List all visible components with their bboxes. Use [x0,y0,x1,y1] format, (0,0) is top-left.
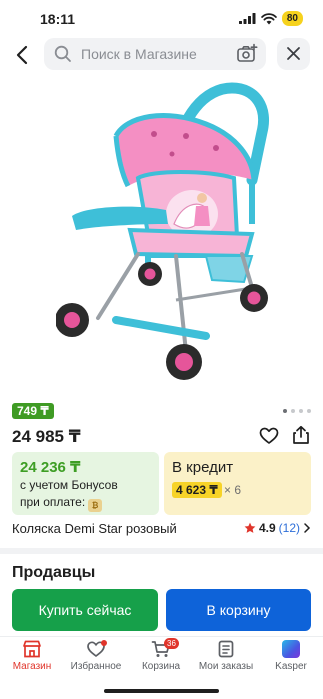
tab-cart-label: Корзина [141,661,181,672]
bonus-coin-icon: ₿ [88,499,103,512]
search-input[interactable]: Поиск в Магазине [44,38,266,70]
shop-icon [23,640,41,658]
bonus-price: 24 236 ₸ [20,459,81,476]
favorite-heart-icon[interactable] [259,426,279,446]
credit-multiplier: × 6 [224,483,242,497]
tab-cart[interactable]: 36 Корзина [129,638,193,678]
tab-kaspi[interactable]: Kasper [259,640,323,678]
price-badge: 749 ₸ [12,403,54,419]
home-indicator [104,689,219,693]
chevron-left-icon [16,45,28,65]
star-icon [244,522,256,533]
kaspi-assistant-icon [282,640,300,658]
pagination-dot [299,409,303,413]
product-title-row[interactable]: Коляска Demi Star розовый 4.9 (12) [12,521,311,539]
image-pagination [283,409,311,413]
bottom-tab-bar: Магазин Избранное 36 Корзина Мои заказы … [0,636,323,679]
review-count[interactable]: (12) [279,521,300,535]
tab-shop[interactable]: Магазин [0,640,64,678]
bonus-note-line2: при оплате: ₿ [20,495,103,512]
bonus-price-card[interactable]: 24 236 ₸ с учетом Бонусов при оплате: ₿ [12,452,159,515]
pagination-dot [307,409,311,413]
tab-kaspi-label: Kasper [275,661,307,672]
signal-icon [238,13,256,24]
product-image[interactable] [56,74,280,394]
favorites-dot [101,640,107,646]
buy-now-button[interactable]: Купить сейчас [12,589,158,631]
credit-monthly-amount: 4 623 ₸ [172,482,222,498]
back-button[interactable] [11,43,35,67]
status-bar: 18:11 80 [0,0,323,36]
share-icon[interactable] [291,425,311,445]
product-rating[interactable]: 4.9 (12) [244,521,311,535]
section-divider [0,548,323,554]
bonus-note-text: при оплате: [20,495,86,509]
bonus-note-line1: с учетом Бонусов [20,478,118,492]
product-title: Коляска Demi Star розовый [12,521,177,536]
tab-shop-label: Магазин [12,661,52,672]
add-to-cart-button[interactable]: В корзину [166,589,311,631]
status-time: 18:11 [40,11,76,27]
chevron-right-icon [304,523,311,533]
credit-card[interactable]: В кредит 4 623 ₸ × 6 [164,452,311,515]
search-icon [54,45,71,62]
orders-icon [218,640,234,658]
pagination-dot [291,409,295,413]
wifi-icon [261,12,277,24]
tab-favorites[interactable]: Избранное [64,640,128,678]
rating-value: 4.9 [258,521,276,535]
pagination-dot-active [283,409,287,413]
tab-orders[interactable]: Мои заказы [194,640,258,678]
search-row: Поиск в Магазине [0,38,323,72]
status-icons: 80 [238,11,303,26]
product-price: 24 985 ₸ [12,427,81,446]
close-button[interactable] [277,38,310,70]
battery-indicator: 80 [281,11,303,26]
credit-title: В кредит [172,459,234,476]
sellers-heading: Продавцы [12,564,96,581]
tab-favorites-label: Избранное [70,661,122,672]
cart-count-badge: 36 [164,638,179,649]
camera-search-icon[interactable] [236,43,258,65]
close-icon [287,47,300,60]
search-placeholder: Поиск в Магазине [81,46,197,62]
tab-orders-label: Мои заказы [198,661,254,672]
